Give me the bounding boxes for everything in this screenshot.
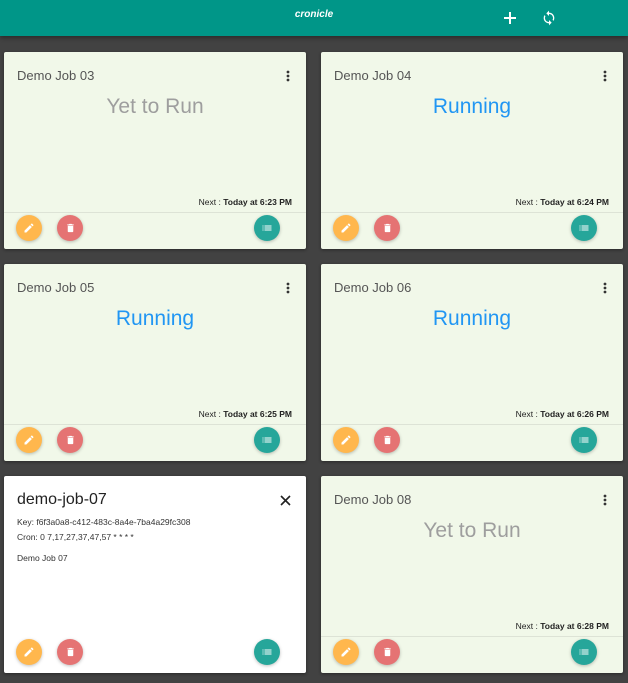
delete-button[interactable] [374, 639, 400, 665]
pencil-icon [341, 647, 351, 657]
delete-button[interactable] [57, 427, 83, 453]
next-run-label: Next : [198, 197, 224, 207]
job-menu-button[interactable] [282, 281, 294, 295]
job-menu-button[interactable] [599, 281, 611, 295]
list-icon [262, 225, 272, 231]
job-name: Demo Job 06 [334, 280, 412, 295]
plus-icon [504, 12, 516, 24]
list-icon [262, 649, 272, 655]
refresh-button[interactable] [535, 4, 563, 32]
trash-icon [66, 435, 74, 445]
edit-button[interactable] [333, 639, 359, 665]
trash-icon [66, 223, 74, 233]
job-status: Yet to Run [423, 519, 521, 542]
list-icon [262, 437, 272, 443]
pencil-icon [341, 223, 351, 233]
more-vert-icon [286, 70, 290, 82]
job-cron: Cron: 0 7,17,27,37,47,57 * * * * [17, 532, 134, 542]
logs-button[interactable] [571, 427, 597, 453]
trash-icon [66, 647, 74, 657]
logs-button[interactable] [254, 427, 280, 453]
pencil-icon [24, 435, 34, 445]
next-run-value: Today at 6:28 PM [540, 621, 609, 631]
job-card: Demo Job 06 Running Next : Today at 6:26… [321, 264, 623, 461]
delete-button[interactable] [57, 639, 83, 665]
list-icon [579, 437, 589, 443]
card-divider [321, 424, 623, 425]
list-icon [579, 649, 589, 655]
job-name: Demo Job 03 [17, 68, 95, 83]
trash-icon [383, 647, 391, 657]
job-status: Running [115, 307, 195, 330]
next-run-value: Today at 6:23 PM [223, 197, 292, 207]
job-menu-button[interactable] [599, 69, 611, 83]
list-icon [579, 225, 589, 231]
edit-button[interactable] [16, 427, 42, 453]
job-name: Demo Job 08 [334, 492, 412, 507]
more-vert-icon [603, 70, 607, 82]
logs-button[interactable] [254, 639, 280, 665]
close-icon [279, 494, 291, 506]
job-card: Demo Job 05 Running Next : Today at 6:25… [4, 264, 306, 461]
logs-button[interactable] [571, 215, 597, 241]
trash-icon [383, 435, 391, 445]
job-card: Demo Job 03 Yet to Run Next : Today at 6… [4, 52, 306, 249]
job-card: Demo Job 08 Yet to Run Next : Today at 6… [321, 476, 623, 673]
add-job-button[interactable] [496, 4, 524, 32]
job-key: Key: f6f3a0a8-c412-483c-8a4e-7ba4a29fc30… [17, 517, 191, 527]
edit-button[interactable] [16, 639, 42, 665]
job-menu-button[interactable] [282, 69, 294, 83]
delete-button[interactable] [374, 215, 400, 241]
app-bar: cronicle [0, 0, 628, 36]
trash-icon [383, 223, 391, 233]
card-divider [4, 212, 306, 213]
close-detail-button[interactable] [278, 493, 292, 507]
logs-button[interactable] [571, 639, 597, 665]
refresh-icon [543, 10, 555, 26]
more-vert-icon [603, 494, 607, 506]
delete-button[interactable] [57, 215, 83, 241]
next-run: Next : Today at 6:25 PM [199, 409, 292, 419]
next-run: Next : Today at 6:26 PM [516, 409, 609, 419]
job-description: Demo Job 07 [17, 553, 68, 563]
next-run-value: Today at 6:24 PM [540, 197, 609, 207]
edit-button[interactable] [333, 215, 359, 241]
job-status: Running [432, 307, 512, 330]
next-run: Next : Today at 6:23 PM [199, 197, 292, 207]
card-divider [321, 212, 623, 213]
job-card: Demo Job 04 Running Next : Today at 6:24… [321, 52, 623, 249]
job-name: Demo Job 05 [17, 280, 95, 295]
edit-button[interactable] [16, 215, 42, 241]
pencil-icon [341, 435, 351, 445]
job-name: Demo Job 04 [334, 68, 412, 83]
card-divider [321, 636, 623, 637]
job-detail-card: demo-job-07 Key: f6f3a0a8-c412-483c-8a4e… [4, 476, 306, 673]
next-run: Next : Today at 6:24 PM [516, 197, 609, 207]
more-vert-icon [603, 282, 607, 294]
job-status: Yet to Run [106, 95, 204, 118]
pencil-icon [24, 647, 34, 657]
edit-button[interactable] [333, 427, 359, 453]
next-run-value: Today at 6:25 PM [223, 409, 292, 419]
card-divider [4, 424, 306, 425]
job-detail-title: demo-job-07 [17, 491, 107, 508]
next-run-label: Next : [515, 621, 541, 631]
logs-button[interactable] [254, 215, 280, 241]
next-run-value: Today at 6:26 PM [540, 409, 609, 419]
more-vert-icon [286, 282, 290, 294]
next-run: Next : Today at 6:28 PM [516, 621, 609, 631]
job-menu-button[interactable] [599, 493, 611, 507]
pencil-icon [24, 223, 34, 233]
next-run-label: Next : [515, 197, 541, 207]
delete-button[interactable] [374, 427, 400, 453]
next-run-label: Next : [198, 409, 224, 419]
app-title: cronicle [294, 9, 334, 20]
job-status: Running [432, 95, 512, 118]
next-run-label: Next : [515, 409, 541, 419]
